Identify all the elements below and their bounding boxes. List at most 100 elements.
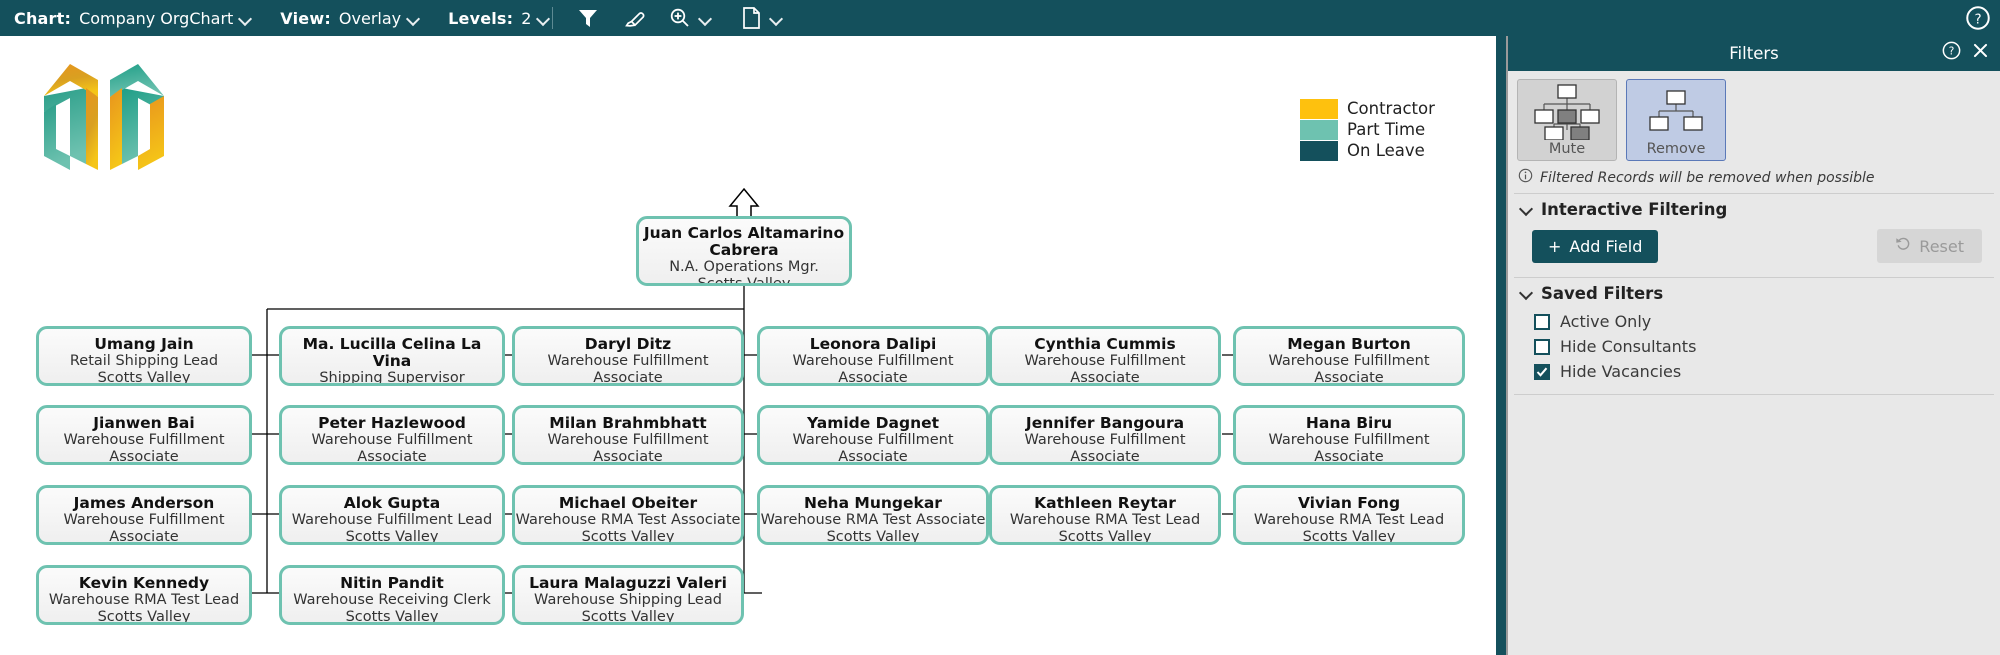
view-value: Overlay — [338, 8, 402, 28]
org-node[interactable]: Peter Hazlewood Warehouse Fulfillment As… — [279, 405, 505, 465]
chevron-down-icon — [1520, 203, 1533, 216]
chevron-down-icon[interactable] — [699, 12, 712, 25]
node-location: Scotts Valley — [97, 609, 191, 625]
checkbox[interactable] — [1534, 338, 1550, 355]
saved-filter-hide-consultants[interactable]: Hide Consultants — [1514, 334, 1994, 359]
node-title: Warehouse Fulfillment Associate — [547, 432, 709, 465]
node-title: Warehouse Fulfillment Associate — [1268, 353, 1430, 386]
saved-filter-active-only[interactable]: Active Only — [1514, 309, 1994, 334]
node-location: Scotts Valley — [345, 609, 439, 625]
chart-label: Chart: — [14, 8, 72, 28]
filter-note-text: Filtered Records will be removed when po… — [1540, 169, 1875, 186]
saved-filters-title: Saved Filters — [1541, 284, 1664, 303]
help-icon[interactable]: ? — [1964, 4, 1992, 32]
filter-icon[interactable] — [571, 3, 605, 33]
node-name: Nitin Pandit — [340, 574, 444, 592]
org-node[interactable]: Ma. Lucilla Celina La Vina Shipping Supe… — [279, 326, 505, 386]
node-name: Peter Hazlewood — [318, 414, 466, 432]
org-node[interactable]: Vivian Fong Warehouse RMA Test Lead Scot… — [1233, 485, 1465, 545]
filter-mode-mute-button[interactable]: Mute — [1517, 79, 1617, 161]
org-node[interactable]: Laura Malaguzzi Valeri Warehouse Shippin… — [512, 565, 744, 625]
node-name: James Anderson — [73, 494, 215, 512]
interactive-filtering-header[interactable]: Interactive Filtering — [1514, 194, 1994, 225]
filter-mode-remove-button[interactable]: Remove — [1626, 79, 1726, 161]
levels-selector[interactable]: Levels: 2 — [448, 9, 550, 28]
levels-label: Levels: — [448, 8, 514, 28]
org-node[interactable]: Kathleen Reytar Warehouse RMA Test Lead … — [989, 485, 1221, 545]
zoom-in-icon[interactable] — [663, 3, 697, 33]
node-title: Warehouse Fulfillment Associate — [311, 432, 473, 465]
org-node[interactable]: Yamide Dagnet Warehouse Fulfillment Asso… — [757, 405, 989, 465]
view-selector[interactable]: View: Overlay — [280, 9, 420, 28]
interactive-filtering-title: Interactive Filtering — [1541, 200, 1728, 219]
node-title: Warehouse Fulfillment Associate — [63, 432, 225, 465]
org-node[interactable]: Kevin Kennedy Warehouse RMA Test Lead Sc… — [36, 565, 252, 625]
checkbox[interactable] — [1534, 363, 1550, 380]
node-name: Daryl Ditz — [584, 335, 672, 353]
chart-selector[interactable]: Chart: Company OrgChart — [14, 9, 252, 28]
svg-text:?: ? — [1974, 12, 1981, 27]
org-node[interactable]: Umang Jain Retail Shipping Lead Scotts V… — [36, 326, 252, 386]
org-node[interactable]: Alok Gupta Warehouse Fulfillment Lead Sc… — [279, 485, 505, 545]
node-name-line1: Juan Carlos Altamarino — [643, 224, 845, 242]
node-title: Warehouse RMA Test Lead — [48, 592, 240, 608]
chevron-down-icon[interactable] — [770, 12, 783, 25]
org-node[interactable]: Nitin Pandit Warehouse Receiving Clerk S… — [279, 565, 505, 625]
chevron-down-icon — [537, 12, 550, 25]
saved-filter-hide-vacancies[interactable]: Hide Vacancies — [1514, 359, 1994, 384]
reset-button[interactable]: Reset — [1877, 229, 1982, 263]
node-title: Warehouse Fulfillment Associate — [1268, 432, 1430, 465]
org-node[interactable]: Milan Brahmbhatt Warehouse Fulfillment A… — [512, 405, 744, 465]
filter-note: Filtered Records will be removed when po… — [1508, 161, 2000, 193]
node-name: Megan Burton — [1287, 335, 1411, 353]
checkbox[interactable] — [1534, 313, 1550, 330]
org-node[interactable]: Megan Burton Warehouse Fulfillment Assoc… — [1233, 326, 1465, 386]
node-location: Scotts Valley — [697, 276, 791, 286]
node-name: Jianwen Bai — [93, 414, 195, 432]
filter-mode-label: Remove — [1646, 141, 1706, 157]
node-title: Warehouse Receiving Clerk — [293, 592, 491, 608]
node-title: Warehouse RMA Test Lead — [1009, 512, 1201, 528]
org-node[interactable]: Michael Obeiter Warehouse RMA Test Assoc… — [512, 485, 744, 545]
node-title: Warehouse RMA Test Associate — [515, 512, 741, 528]
saved-filter-label: Hide Vacancies — [1560, 362, 1682, 381]
node-name-line2: Cabrera — [709, 241, 779, 259]
add-field-button[interactable]: + Add Field — [1532, 229, 1659, 263]
chevron-down-icon — [239, 12, 252, 25]
node-name: Yamide Dagnet — [806, 414, 940, 432]
chart-value: Company OrgChart — [79, 8, 234, 28]
node-title: Warehouse Fulfillment Associate — [63, 512, 225, 545]
node-title: Warehouse Fulfillment Associate — [547, 353, 709, 386]
org-node[interactable]: Leonora Dalipi Warehouse Fulfillment Ass… — [757, 326, 989, 386]
node-name: Michael Obeiter — [558, 494, 698, 512]
highlighter-icon[interactable] — [617, 3, 651, 33]
filter-mode-group: Mute Remove — [1508, 71, 2000, 161]
node-name: Kathleen Reytar — [1034, 494, 1176, 512]
org-node-root[interactable]: Juan Carlos Altamarino Cabrera N.A. Oper… — [636, 216, 852, 286]
interactive-filtering-section: Interactive Filtering + Add Field Reset — [1514, 193, 1994, 278]
org-node[interactable]: Daryl Ditz Warehouse Fulfillment Associa… — [512, 326, 744, 386]
org-node[interactable]: James Anderson Warehouse Fulfillment Ass… — [36, 485, 252, 545]
node-title: Warehouse Shipping Lead — [534, 592, 722, 608]
saved-filter-label: Active Only — [1560, 312, 1652, 331]
org-node[interactable]: Jianwen Bai Warehouse Fulfillment Associ… — [36, 405, 252, 465]
page-icon[interactable] — [734, 3, 768, 33]
org-node[interactable]: Neha Mungekar Warehouse RMA Test Associa… — [757, 485, 989, 545]
help-icon[interactable]: ? — [1941, 40, 1962, 65]
remove-tree-icon — [1637, 80, 1715, 141]
node-title: Retail Shipping Lead — [69, 353, 219, 369]
node-name: Kevin Kennedy — [78, 574, 210, 592]
levels-value: 2 — [521, 8, 532, 28]
orgchart-canvas[interactable]: Contractor Part Time On Leave Juan Carlo… — [0, 36, 1504, 655]
org-node[interactable]: Hana Biru Warehouse Fulfillment Associat… — [1233, 405, 1465, 465]
close-icon[interactable] — [1971, 41, 1990, 64]
org-node[interactable]: Cynthia Cummis Warehouse Fulfillment Ass… — [989, 326, 1221, 386]
node-title: Warehouse Fulfillment Lead — [291, 512, 493, 528]
saved-filters-header[interactable]: Saved Filters — [1514, 278, 1994, 309]
node-name: Laura Malaguzzi Valeri — [529, 574, 727, 592]
node-name: Milan Brahmbhatt — [549, 414, 707, 432]
svg-text:?: ? — [1949, 45, 1955, 57]
node-title: Warehouse RMA Test Lead — [1253, 512, 1445, 528]
node-name: Cynthia Cummis — [1034, 335, 1176, 353]
org-node[interactable]: Jennifer Bangoura Warehouse Fulfillment … — [989, 405, 1221, 465]
